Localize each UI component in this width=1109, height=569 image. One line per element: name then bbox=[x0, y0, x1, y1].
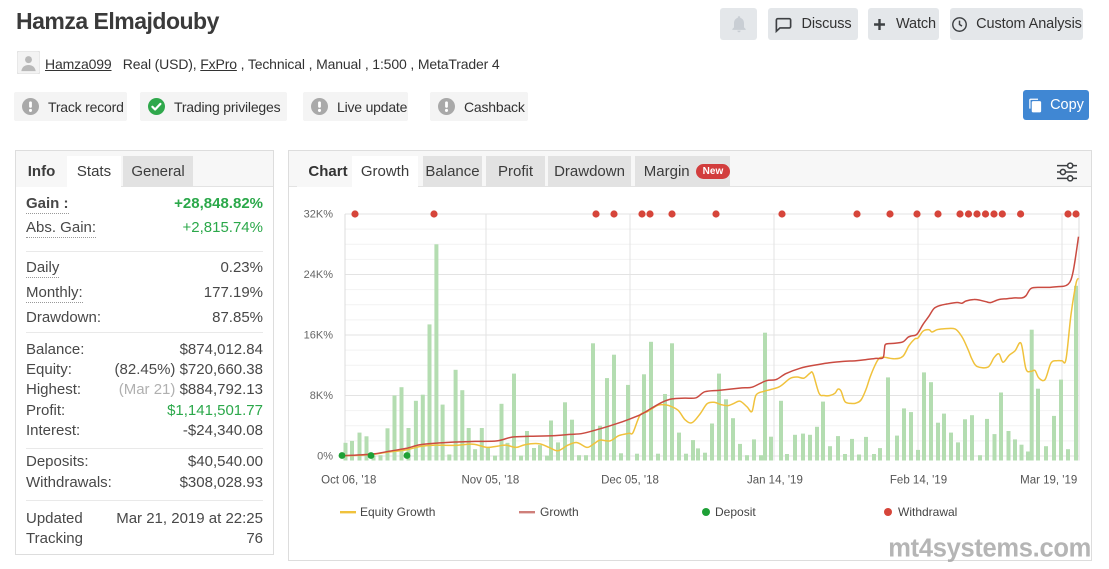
svg-text:Growth: Growth bbox=[540, 505, 579, 519]
svg-text:Withdrawal: Withdrawal bbox=[898, 505, 957, 519]
svg-text:Jan 14, '19: Jan 14, '19 bbox=[747, 474, 803, 486]
svg-text:mt4systems.com: mt4systems.com bbox=[888, 534, 1091, 562]
svg-text:32K%: 32K% bbox=[304, 208, 334, 220]
svg-text:Oct 06, '18: Oct 06, '18 bbox=[321, 474, 376, 486]
svg-text:Equity Growth: Equity Growth bbox=[360, 505, 435, 519]
svg-text:Feb 14, '19: Feb 14, '19 bbox=[890, 474, 947, 486]
svg-text:Nov 05, '18: Nov 05, '18 bbox=[461, 474, 519, 486]
svg-text:8K%: 8K% bbox=[310, 390, 333, 402]
svg-text:Dec 05, '18: Dec 05, '18 bbox=[601, 474, 659, 486]
svg-text:16K%: 16K% bbox=[304, 329, 334, 341]
svg-text:24K%: 24K% bbox=[304, 269, 334, 281]
svg-text:Mar 19, '19: Mar 19, '19 bbox=[1020, 474, 1077, 486]
svg-text:Deposit: Deposit bbox=[715, 505, 756, 519]
svg-text:0%: 0% bbox=[317, 450, 333, 462]
